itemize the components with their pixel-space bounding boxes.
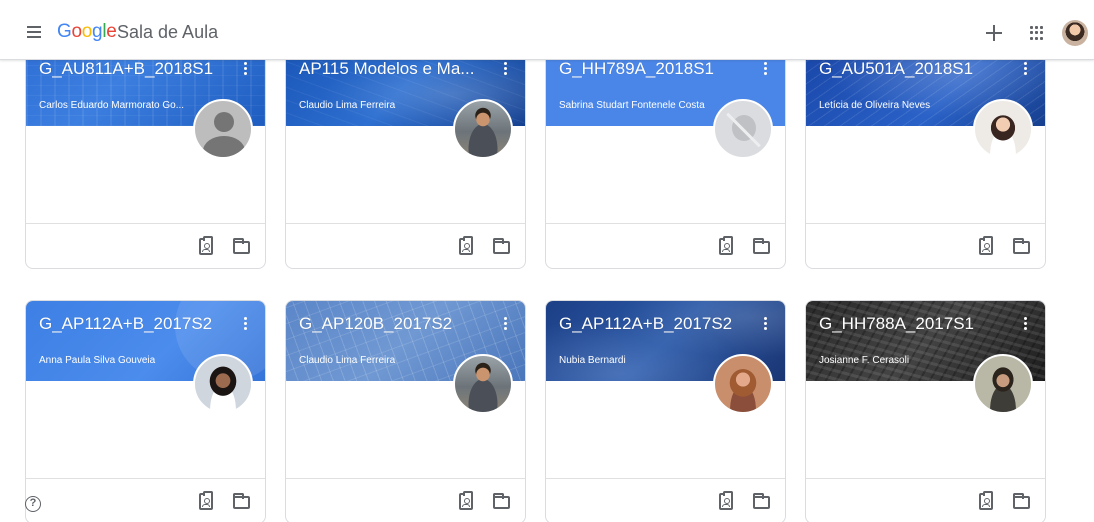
class-teacher[interactable]: Josianne F. Cerasoli	[819, 355, 974, 366]
folder-icon[interactable]	[753, 493, 770, 509]
assignment-ind-icon[interactable]	[459, 491, 473, 510]
account-avatar[interactable]	[1062, 20, 1088, 46]
folder-icon[interactable]	[493, 493, 510, 509]
help-icon[interactable]: ?	[25, 496, 41, 512]
more-vert-icon[interactable]	[499, 60, 511, 80]
teacher-avatar	[973, 354, 1033, 414]
teacher-avatar	[713, 99, 773, 159]
more-vert-icon[interactable]	[759, 315, 771, 335]
more-vert-icon[interactable]	[759, 60, 771, 80]
card-footer	[806, 223, 1045, 268]
assignment-ind-icon[interactable]	[199, 491, 213, 510]
class-card[interactable]: G_AP112A+B_2017S2 Anna Paula Silva Gouve…	[25, 300, 266, 522]
class-teacher[interactable]: Carlos Eduardo Marmorato Go...	[39, 100, 194, 111]
assignment-ind-icon[interactable]	[979, 236, 993, 255]
card-footer	[546, 478, 785, 522]
assignment-ind-icon[interactable]	[719, 236, 733, 255]
class-teacher[interactable]: Sabrina Studart Fontenele Costa	[559, 100, 714, 111]
card-footer	[286, 223, 525, 268]
card-footer	[286, 478, 525, 522]
class-card[interactable]: AP115 Modelos e Ma... Claudio Lima Ferre…	[285, 45, 526, 269]
class-card[interactable]: G_AU811A+B_2018S1 Carlos Eduardo Marmora…	[25, 45, 266, 269]
class-teacher[interactable]: Claudio Lima Ferreira	[299, 100, 454, 111]
class-teacher[interactable]: Nubia Bernardi	[559, 355, 714, 366]
folder-icon[interactable]	[493, 238, 510, 254]
more-vert-icon[interactable]	[499, 315, 511, 335]
class-title[interactable]: G_AP120B_2017S2	[299, 314, 479, 334]
teacher-avatar	[973, 99, 1033, 159]
folder-icon[interactable]	[233, 493, 250, 509]
more-vert-icon[interactable]	[239, 60, 251, 80]
assignment-ind-icon[interactable]	[979, 491, 993, 510]
more-vert-icon[interactable]	[1019, 315, 1031, 335]
teacher-avatar	[193, 99, 253, 159]
folder-icon[interactable]	[233, 238, 250, 254]
class-title[interactable]: G_HH788A_2017S1	[819, 314, 999, 334]
teacher-avatar	[193, 354, 253, 414]
assignment-ind-icon[interactable]	[459, 236, 473, 255]
class-title[interactable]: AP115 Modelos e Ma...	[299, 59, 479, 79]
more-vert-icon[interactable]	[239, 315, 251, 335]
class-teacher[interactable]: Anna Paula Silva Gouveia	[39, 355, 194, 366]
teacher-avatar	[453, 354, 513, 414]
class-card[interactable]: G_AP112A+B_2017S2 Nubia Bernardi	[545, 300, 786, 522]
more-vert-icon[interactable]	[1019, 60, 1031, 80]
class-title[interactable]: G_AU501A_2018S1	[819, 59, 999, 79]
card-footer	[546, 223, 785, 268]
main-menu-icon[interactable]	[20, 18, 48, 46]
product-name[interactable]: Sala de Aula	[117, 22, 218, 43]
card-footer	[806, 478, 1045, 522]
class-card[interactable]: G_AU501A_2018S1 Letícia de Oliveira Neve…	[805, 45, 1046, 269]
folder-icon[interactable]	[1013, 493, 1030, 509]
teacher-avatar	[713, 354, 773, 414]
top-app-bar: Google Sala de Aula	[0, 0, 1094, 60]
folder-icon[interactable]	[753, 238, 770, 254]
class-title[interactable]: G_AP112A+B_2017S2	[39, 314, 219, 334]
assignment-ind-icon[interactable]	[199, 236, 213, 255]
class-teacher[interactable]: Letícia de Oliveira Neves	[819, 100, 974, 111]
class-card[interactable]: G_AP120B_2017S2 Claudio Lima Ferreira	[285, 300, 526, 522]
class-title[interactable]: G_AP112A+B_2017S2	[559, 314, 739, 334]
card-footer	[26, 223, 265, 268]
class-card[interactable]: G_HH788A_2017S1 Josianne F. Cerasoli	[805, 300, 1046, 522]
card-footer	[26, 478, 265, 522]
class-title[interactable]: G_HH789A_2018S1	[559, 59, 739, 79]
folder-icon[interactable]	[1013, 238, 1030, 254]
plus-icon[interactable]	[981, 20, 1007, 46]
class-teacher[interactable]: Claudio Lima Ferreira	[299, 355, 454, 366]
google-logo[interactable]: Google	[57, 21, 117, 45]
class-title[interactable]: G_AU811A+B_2018S1	[39, 59, 219, 79]
assignment-ind-icon[interactable]	[719, 491, 733, 510]
class-card[interactable]: G_HH789A_2018S1 Sabrina Studart Fontenel…	[545, 45, 786, 269]
teacher-avatar	[453, 99, 513, 159]
apps-grid-icon[interactable]	[1028, 24, 1046, 42]
